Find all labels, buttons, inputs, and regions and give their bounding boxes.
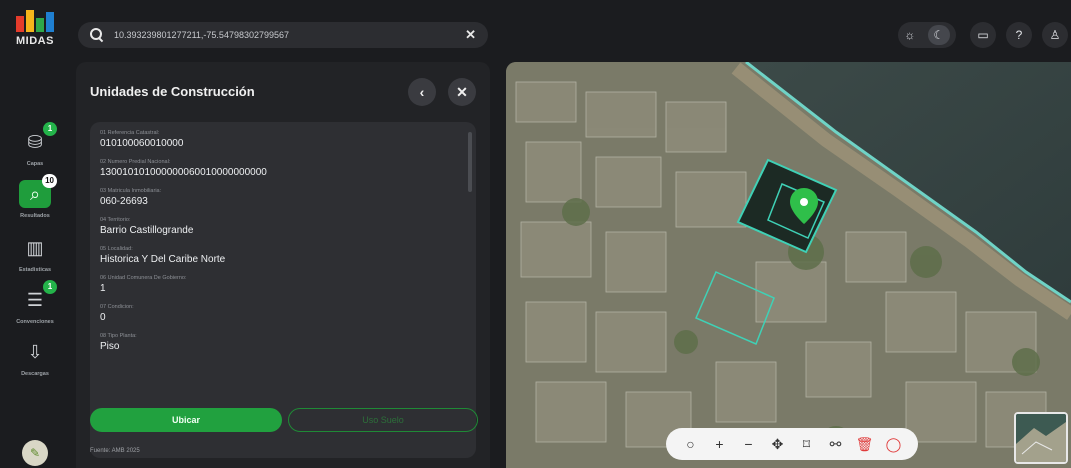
attribute-label: 02 Numero Predial Nacional: xyxy=(100,159,171,165)
partner-logo-icon[interactable]: ✎ xyxy=(22,440,48,466)
stats-icon: ▥ xyxy=(26,237,44,258)
logo-text: MIDAS xyxy=(16,35,54,47)
attribute-item: 06 Unidad Comunera De Gobierno: 1 xyxy=(100,275,460,294)
attribute-label: 05 Localidad: xyxy=(100,246,133,252)
search-input[interactable] xyxy=(114,30,466,40)
user-icon: ♙ xyxy=(1049,28,1061,42)
attribute-value: 060-26693 xyxy=(100,196,148,207)
sidebar-item-capas[interactable]: ⛁ 1 Capas xyxy=(8,122,62,167)
sidebar-item-label: Resultados xyxy=(20,213,50,219)
chevron-left-icon: ‹ xyxy=(419,84,425,100)
detail-panel: Unidades de Construcción ‹ ✕ 01 Referenc… xyxy=(76,62,490,468)
attribute-item: 04 Territorio: Barrio Castillogrande xyxy=(100,217,460,236)
sidebar-item-label: Convenciones xyxy=(16,319,54,325)
app-window: MIDAS ⛁ 1 Capas ⌕ 10 Resultados ▥ Estadist… xyxy=(0,0,1071,468)
polygon-icon[interactable]: ⌑ xyxy=(796,436,818,453)
pan-icon[interactable]: ✥ xyxy=(767,436,789,453)
map-toolbar: ○ + − ✥ ⌑ ⚯ 🗑 ◯ xyxy=(666,428,918,460)
sidebar-item-descargas[interactable]: ⇩ Descargas xyxy=(8,338,62,378)
help-button[interactable]: ? xyxy=(1006,22,1032,48)
close-icon: ✕ xyxy=(456,83,468,100)
attribute-item: 07 Condicion: 0 xyxy=(100,304,460,323)
list-icon: ☰ 1 xyxy=(19,280,57,314)
help-icon: ? xyxy=(1015,28,1023,42)
sidebar-item-label: Capas xyxy=(26,161,44,167)
attribute-list: 01 Referencia Catastral: 010100060010000… xyxy=(100,130,460,362)
reset-icon[interactable]: ◯ xyxy=(883,436,905,453)
locate-button[interactable]: Ubicar xyxy=(90,408,282,432)
theme-toggle[interactable]: ☼ ☾ xyxy=(898,22,956,48)
sidebar-item-convenciones[interactable]: ☰ 1 Convenciones xyxy=(8,280,62,325)
download-icon: ⇩ xyxy=(27,341,43,362)
search-icon[interactable] xyxy=(90,28,104,42)
basemap-thumbnail xyxy=(1016,414,1066,462)
attribute-value: Barrio Castillogrande xyxy=(100,225,194,236)
attribute-item: 01 Referencia Catastral: 010100060010000 xyxy=(100,130,460,149)
back-button[interactable]: ‹ xyxy=(408,78,436,106)
moon-icon[interactable]: ☾ xyxy=(927,25,950,45)
attribute-item: 05 Localidad: Historica Y Del Caribe Nor… xyxy=(100,246,460,265)
attribute-label: 06 Unidad Comunera De Gobierno: xyxy=(100,275,187,281)
map-canvas xyxy=(506,62,1071,468)
attribute-item: 08 Tipo Planta: Piso xyxy=(100,333,460,352)
layers-icon: ⛁ 1 xyxy=(19,122,57,156)
attribute-value: 130010101000000060010000000000 xyxy=(100,167,267,178)
attribute-value: Piso xyxy=(100,341,120,352)
trash-icon[interactable]: 🗑 xyxy=(854,436,876,453)
moon-glyph: ☾ xyxy=(933,28,945,42)
user-button[interactable]: ♙ xyxy=(1042,22,1068,48)
attribute-value: 0 xyxy=(100,312,106,323)
zoom-out-icon[interactable]: − xyxy=(738,436,760,452)
results-icon: ⌕ 10 xyxy=(19,174,57,208)
attribute-label: 04 Territorio: xyxy=(100,217,131,223)
sidebar-item-resultados[interactable]: ⌕ 10 Resultados xyxy=(8,174,62,219)
sidebar-item-label: Descargas xyxy=(21,371,49,377)
sidebar-item-estadisticas[interactable]: ▥ Estadisticas xyxy=(8,234,62,274)
app-logo[interactable]: MIDAS xyxy=(10,10,60,55)
chat-icon: ▭ xyxy=(977,28,989,42)
attribute-value: 010100060010000 xyxy=(100,138,184,149)
attribute-label: 01 Referencia Catastral: xyxy=(100,130,160,136)
point-tool-icon[interactable]: ○ xyxy=(680,436,702,452)
chat-button[interactable]: ▭ xyxy=(970,22,996,48)
close-panel-button[interactable]: ✕ xyxy=(448,78,476,106)
attribute-label: 07 Condicion: xyxy=(100,304,134,310)
badge: 1 xyxy=(43,122,57,136)
source-caption: Fuente: AMB 2025 xyxy=(90,448,140,454)
sun-icon[interactable]: ☼ xyxy=(904,28,915,42)
attribute-label: 08 Tipo Planta: xyxy=(100,333,137,339)
attribute-item: 03 Matricula Inmobiliaria: 060-26693 xyxy=(100,188,460,207)
basemap-switcher[interactable] xyxy=(1014,412,1068,464)
sidebar-item-label: Estadisticas xyxy=(18,267,52,273)
logo-mark xyxy=(10,10,60,32)
scrollbar[interactable] xyxy=(468,132,472,192)
attribute-label: 03 Matricula Inmobiliaria: xyxy=(100,188,162,194)
badge: 1 xyxy=(43,280,57,294)
satellite-map[interactable] xyxy=(506,62,1071,468)
land-use-button[interactable]: Uso Suelo xyxy=(288,408,478,432)
attribute-item: 02 Numero Predial Nacional: 130010101000… xyxy=(100,159,460,178)
badge: 10 xyxy=(42,174,57,188)
attribute-value: 1 xyxy=(100,283,106,294)
zoom-in-icon[interactable]: + xyxy=(709,436,731,452)
clear-search-icon[interactable]: ✕ xyxy=(465,27,476,43)
attribute-value: Historica Y Del Caribe Norte xyxy=(100,254,226,265)
measure-icon[interactable]: ⚯ xyxy=(825,436,847,453)
left-sidebar: MIDAS ⛁ 1 Capas ⌕ 10 Resultados ▥ Estadist… xyxy=(0,0,70,468)
panel-title: Unidades de Construcción xyxy=(90,84,255,99)
coordinate-search-bar: ✕ xyxy=(78,22,488,48)
